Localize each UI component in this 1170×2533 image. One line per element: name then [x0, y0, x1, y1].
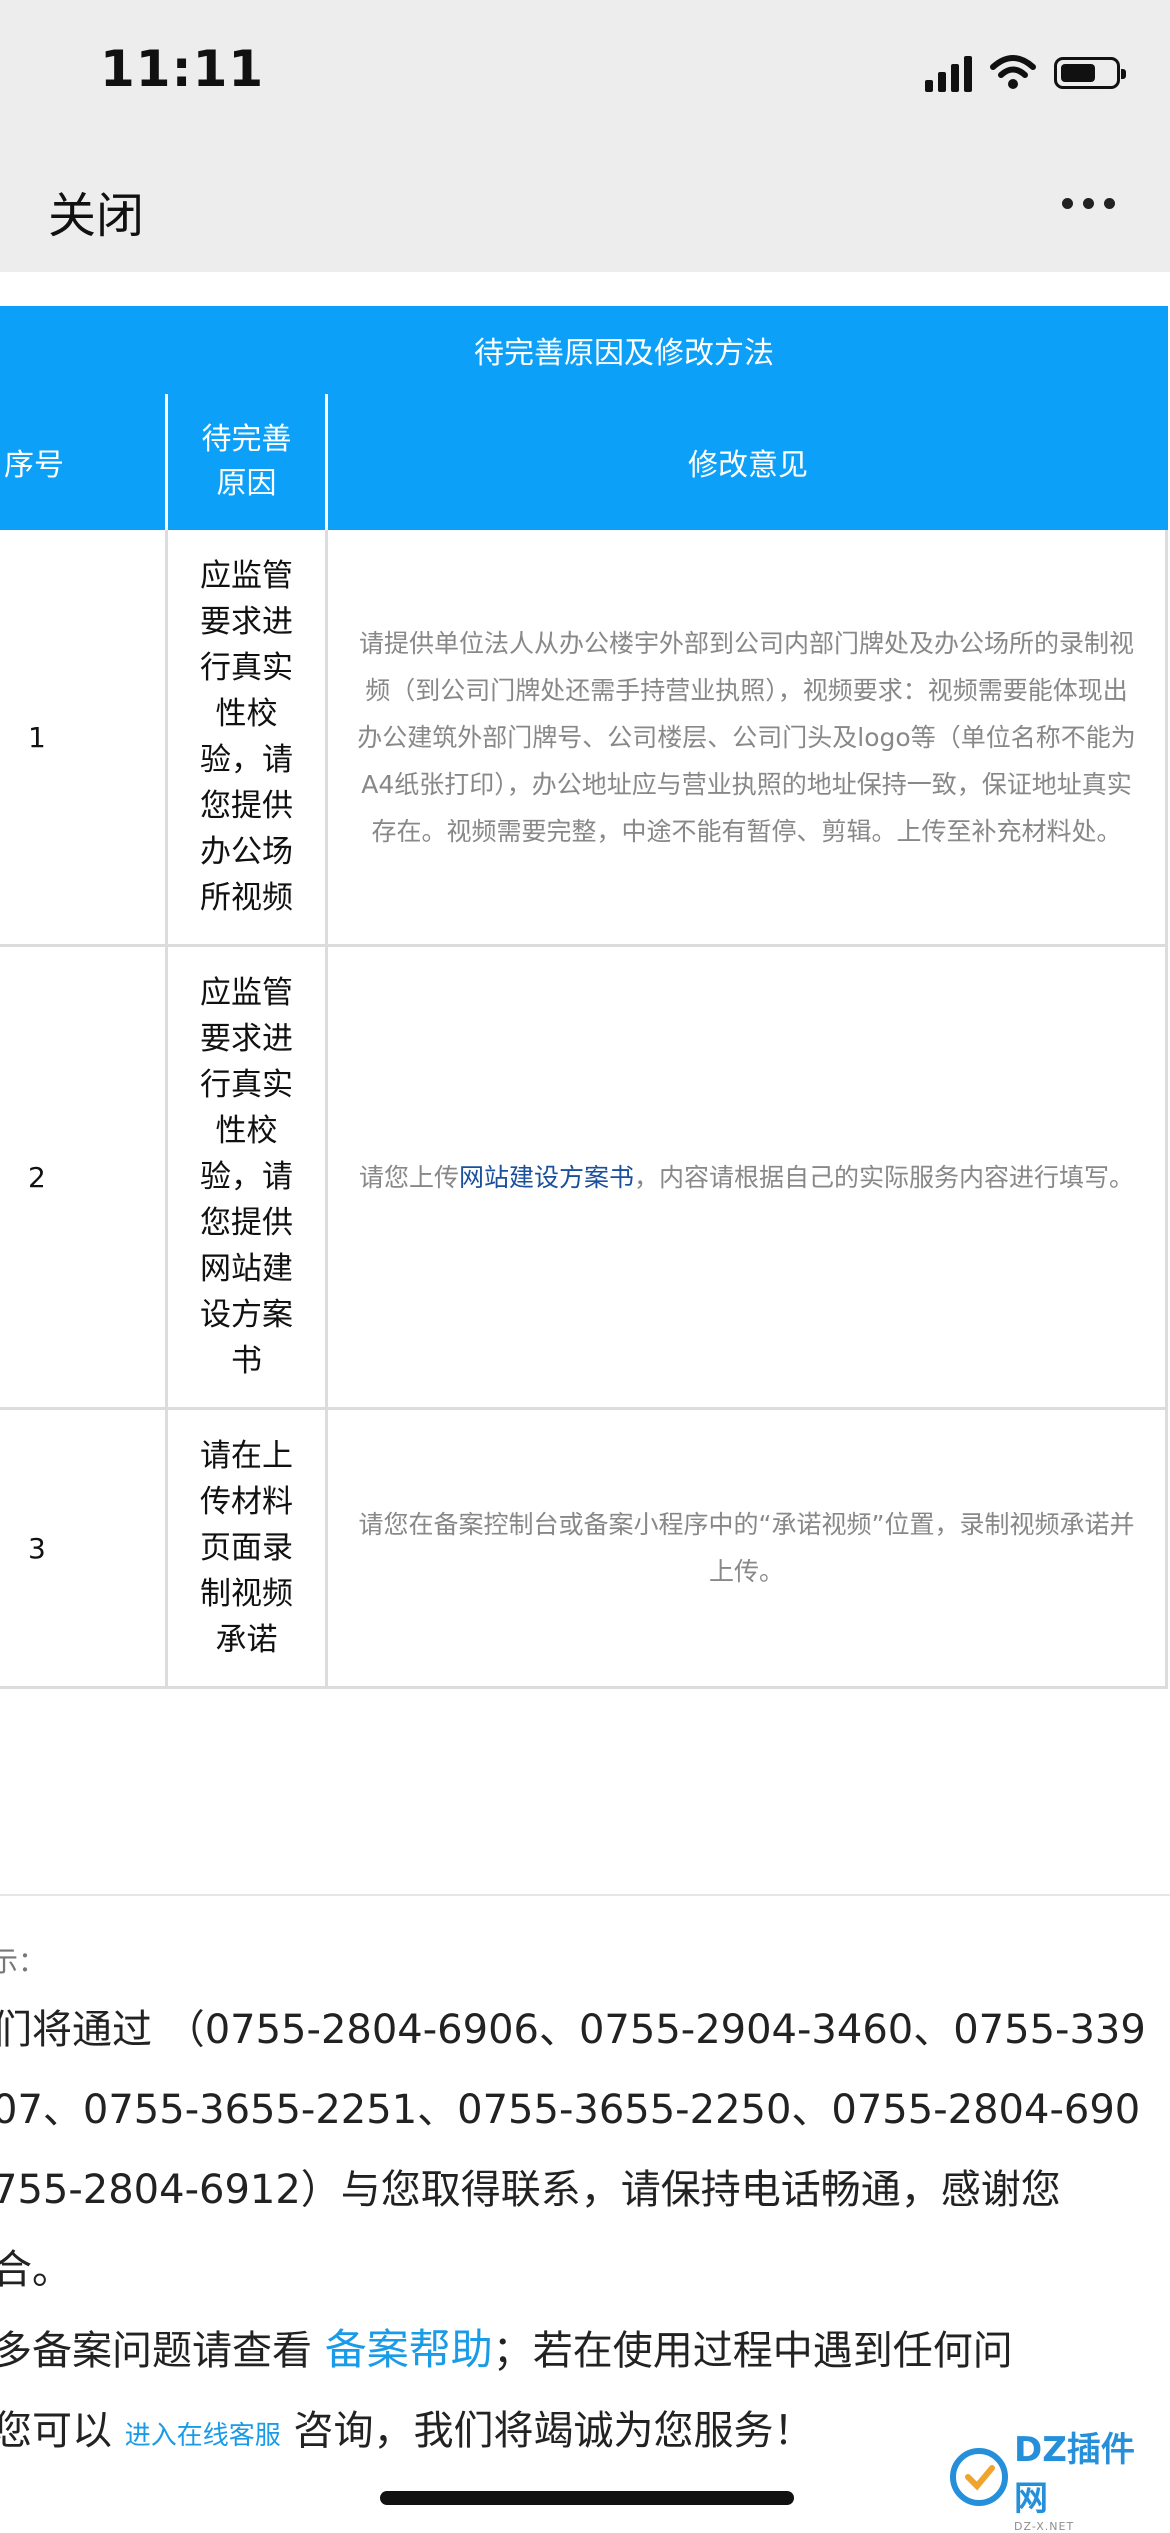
row-advice: 请您在备案控制台或备案小程序中的“承诺视频”位置，录制视频承诺并上传。 [328, 1410, 1168, 1686]
row-advice: 请您上传网站建设方案书，内容请根据自己的实际服务内容进行填写。 [328, 947, 1168, 1407]
row-reason: 应监管要求进行真实性校验，请您提供办公场所视频 [168, 530, 328, 944]
row-index: 3 [0, 1410, 168, 1686]
notice-line: 07、0755-3655-2251、0755-3655-2250、0755-28… [0, 2087, 1141, 2133]
more-options-icon[interactable] [1062, 198, 1115, 209]
row-advice: 请提供单位法人从办公楼宇外部到公司内部门牌处及办公场所的录制视频（到公司门牌处还… [328, 530, 1168, 944]
filing-help-link[interactable]: 备案帮助 [325, 2325, 493, 2374]
dz-logo-icon [950, 2448, 1008, 2506]
online-service-link[interactable]: 进入在线客服 [125, 2421, 281, 2451]
top-bar: 11:11 关闭 [0, 0, 1170, 272]
table-row: 2 应监管要求进行真实性校验，请您提供网站建设方案书 请您上传网站建设方案书，内… [0, 947, 1168, 1410]
header-advice: 修改意见 [688, 448, 808, 483]
row-index: 2 [0, 947, 168, 1407]
website-plan-link[interactable]: 网站建设方案书 [459, 1163, 634, 1192]
row-reason: 应监管要求进行真实性校验，请您提供网站建设方案书 [168, 947, 328, 1407]
row-index: 1 [0, 530, 168, 944]
close-button[interactable]: 关闭 [48, 176, 144, 246]
table-row: 3 请在上传材料页面录制视频承诺 请您在备案控制台或备案小程序中的“承诺视频”位… [0, 1410, 1168, 1689]
table-row: 1 应监管要求进行真实性校验，请您提供办公场所视频 请提供单位法人从办公楼宇外部… [0, 530, 1168, 947]
notice-line: 合。 [0, 2247, 72, 2293]
notice-line: 们将通过 （0755-2804-6906、0755-2904-3460、0755… [0, 2007, 1146, 2053]
status-time: 11:11 [100, 40, 265, 98]
advice-suffix: ，内容请根据自己的实际服务内容进行填写。 [634, 1162, 1135, 1192]
site-watermark: DZ插件网 DZ-X.NET [950, 2430, 1165, 2533]
notice-line: 755-2804-6912）与您取得联系，请保持电话畅通，感谢您 [0, 2167, 1061, 2213]
advice-prefix: 请您上传 [358, 1162, 459, 1192]
watermark-sub: DZ-X.NET [1014, 2519, 1075, 2533]
cellular-signal-icon [925, 54, 972, 92]
watermark-main: DZ插件网 [1014, 2429, 1135, 2519]
battery-icon [1054, 57, 1126, 89]
requirements-table: 待完善原因及修改方法 序号 待完善原因 修改意见 1 应监管要求进行真实性校验，… [0, 306, 1168, 1689]
status-icons [925, 48, 1126, 98]
header-reason: 待完善原因 [168, 394, 328, 530]
notice-line: 多备案问题请查看 备案帮助；若在使用过程中遇到任何问 [0, 2325, 1013, 2374]
notice-label: 示： [0, 1945, 47, 1978]
home-indicator[interactable] [380, 2491, 794, 2505]
header-index: 序号 [0, 394, 168, 530]
table-header-row: 序号 待完善原因 修改意见 [0, 394, 1168, 530]
row-reason: 请在上传材料页面录制视频承诺 [168, 1410, 328, 1686]
section-divider [0, 1894, 1170, 1896]
contact-notice: 们将通过 （0755-2804-6906、0755-2904-3460、0755… [0, 1990, 1170, 2476]
wifi-icon [990, 55, 1036, 89]
table-title: 待完善原因及修改方法 [0, 306, 1168, 394]
